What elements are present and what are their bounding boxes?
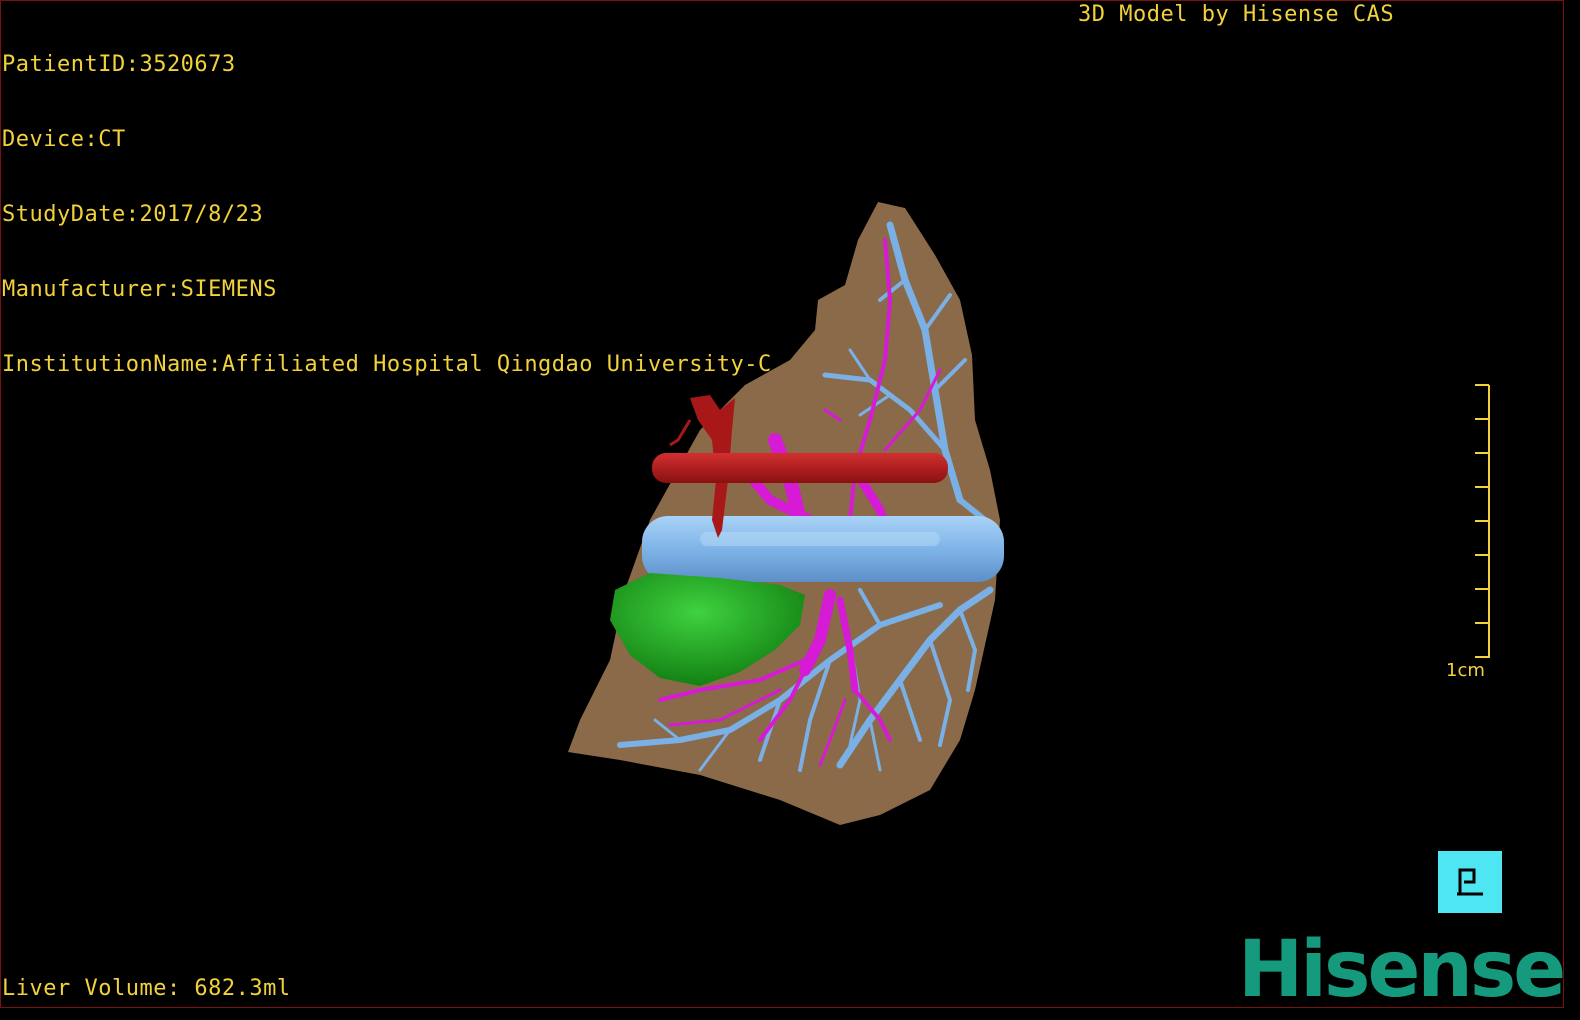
scale-label: 1cm [1446,660,1485,681]
scale-bar [1475,384,1490,658]
patient-id-text: PatientID:3520673 [2,52,236,77]
study-date-text: StudyDate:2017/8/23 [2,202,264,227]
vena-cava-highlight [700,532,940,546]
manufacturer-text: Manufacturer:SIEMENS [2,277,277,302]
liver-volume-text: Liver Volume: 682.3ml [2,976,291,1001]
hisense-logo: Hisense [1238,925,1566,1015]
institution-text: InstitutionName:Affiliated Hospital Qing… [2,352,772,377]
model-credit-text: 3D Model by Hisense CAS [1078,2,1395,27]
posterior-orientation-icon [1457,868,1483,896]
dicom-info-panel: PatientID:3520673 Device:CT StudyDate:20… [2,2,772,402]
device-text: Device:CT [2,127,126,152]
orientation-button[interactable] [1438,851,1502,913]
vena-cava-model [642,516,1004,582]
